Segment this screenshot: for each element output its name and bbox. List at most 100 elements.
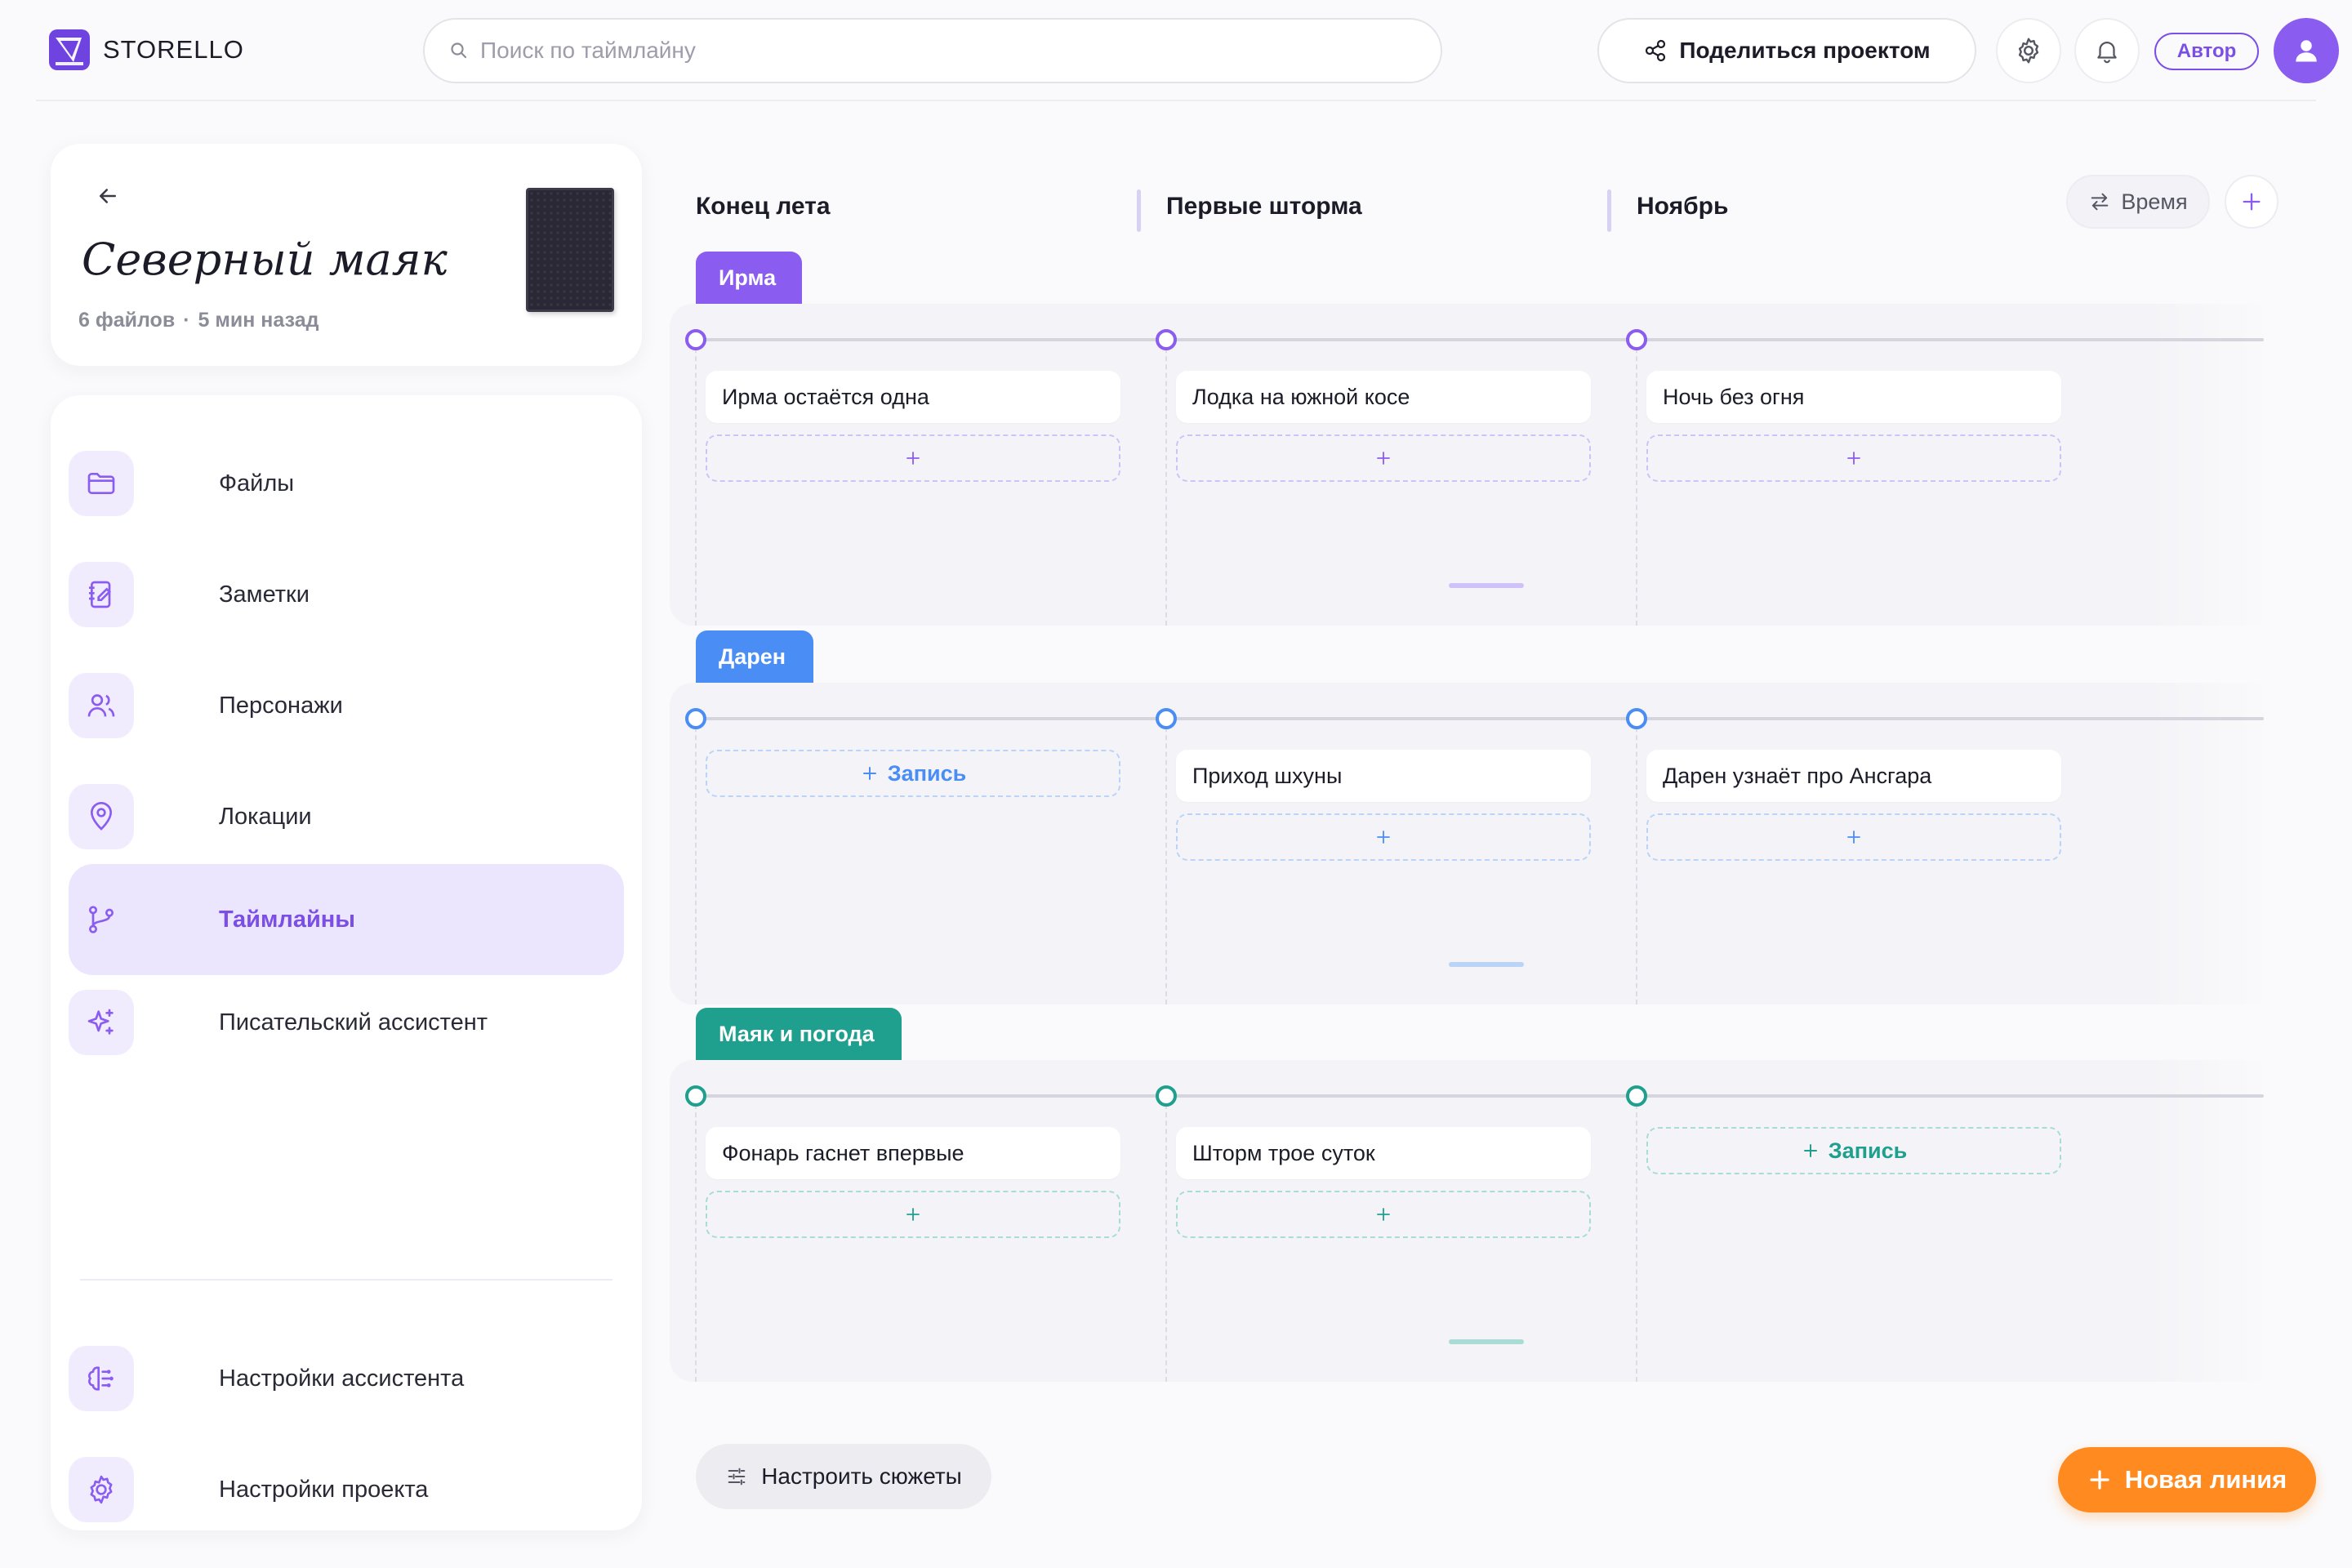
- add-event-slot[interactable]: [1176, 813, 1591, 861]
- configure-label: Настроить сюжеты: [761, 1463, 962, 1489]
- timeline-node[interactable]: [1626, 1085, 1647, 1107]
- column-guide: [1165, 340, 1167, 626]
- sliders-icon: [725, 1465, 748, 1488]
- event-card[interactable]: Шторм трое суток: [1176, 1127, 1591, 1179]
- back-button[interactable]: [90, 178, 126, 214]
- timeline-node[interactable]: [1156, 708, 1177, 729]
- column-header[interactable]: Ноябрь: [1637, 193, 1728, 220]
- share-label: Поделиться проектом: [1679, 38, 1931, 63]
- timeline-node[interactable]: [685, 329, 706, 350]
- project-cover-image[interactable]: [526, 188, 614, 312]
- plus-icon: [1844, 448, 1864, 468]
- sidebar-item-project-settings[interactable]: Настройки проекта: [69, 1434, 624, 1545]
- column-guide: [1165, 719, 1167, 1004]
- timeline-node[interactable]: [685, 1085, 706, 1107]
- plus-icon: [2087, 1468, 2112, 1492]
- column-header[interactable]: Первые шторма: [1166, 193, 1362, 220]
- sidebar-item-characters[interactable]: Персонажи: [69, 650, 624, 761]
- event-card[interactable]: Ночь без огня: [1646, 371, 2061, 423]
- column-guide: [695, 1096, 697, 1382]
- project-updated: 5 мин назад: [198, 309, 319, 332]
- sidebar-item-label: Настройки ассистента: [219, 1365, 465, 1392]
- sidebar-item-label: Настройки проекта: [219, 1476, 429, 1503]
- event-card[interactable]: Приход шхуны: [1176, 750, 1591, 802]
- plus-icon: [1374, 827, 1393, 847]
- swap-arrows-icon: [2088, 190, 2111, 213]
- add-event-slot[interactable]: [1176, 1191, 1591, 1238]
- user-avatar[interactable]: [2274, 18, 2339, 83]
- app-header: STORELLO Поделиться проектом Автор: [36, 0, 2339, 101]
- sidebar-item-label: Персонажи: [219, 692, 343, 719]
- timeline-node[interactable]: [1156, 1085, 1177, 1107]
- meta-separator: ·: [183, 309, 190, 332]
- timeline-node[interactable]: [685, 708, 706, 729]
- arrow-left-icon: [96, 184, 120, 208]
- sidebar-item-locations[interactable]: Локации: [69, 761, 624, 872]
- bell-icon: [2093, 37, 2121, 65]
- column-guide: [1636, 340, 1637, 626]
- plus-icon: [1801, 1141, 1820, 1160]
- users-icon: [69, 673, 134, 738]
- sidebar-item-timelines[interactable]: Таймлайны: [69, 864, 624, 975]
- timeline-node[interactable]: [1156, 329, 1177, 350]
- sparkles-icon: [69, 990, 134, 1055]
- configure-plots-button[interactable]: Настроить сюжеты: [696, 1444, 991, 1509]
- add-event-slot[interactable]: [706, 1191, 1120, 1238]
- add-entry-label: Запись: [1828, 1138, 1908, 1163]
- new-line-button[interactable]: Новая линия: [2058, 1447, 2316, 1512]
- search-input[interactable]: [480, 38, 1379, 64]
- search-bar[interactable]: [423, 18, 1442, 83]
- add-event-slot[interactable]: [1646, 813, 2061, 861]
- column-header[interactable]: Конец лета: [696, 193, 831, 220]
- role-badge[interactable]: Автор: [2154, 33, 2259, 70]
- event-card[interactable]: Дарен узнаёт про Ансгара: [1646, 750, 2061, 802]
- lane-tag[interactable]: Ирма: [696, 252, 802, 304]
- lane-resize-handle[interactable]: [1449, 962, 1524, 967]
- sidebar-item-label: Локации: [219, 803, 312, 830]
- event-card[interactable]: Лодка на южной косе: [1176, 371, 1591, 423]
- storello-logo-icon: [49, 29, 90, 70]
- new-line-label: Новая линия: [2124, 1465, 2287, 1494]
- sidebar-item-assistant-settings[interactable]: Настройки ассистента: [69, 1323, 624, 1434]
- event-card[interactable]: Фонарь гаснет впервые: [706, 1127, 1120, 1179]
- lane-tag[interactable]: Маяк и погода: [696, 1008, 902, 1060]
- nav-divider: [80, 1279, 612, 1281]
- share-project-button[interactable]: Поделиться проектом: [1597, 18, 1976, 83]
- brand-logo[interactable]: STORELLO: [49, 29, 244, 70]
- project-file-count: 6 файлов: [78, 309, 176, 332]
- share-icon: [1643, 38, 1668, 63]
- plus-icon: [1844, 827, 1864, 847]
- gear-icon: [2014, 36, 2043, 65]
- timeline-node[interactable]: [1626, 708, 1647, 729]
- add-entry-slot[interactable]: Запись: [706, 750, 1120, 797]
- timeline-node[interactable]: [1626, 329, 1647, 350]
- settings-button[interactable]: [1996, 18, 2061, 83]
- add-column-button[interactable]: [2225, 175, 2278, 229]
- add-entry-slot[interactable]: Запись: [1646, 1127, 2061, 1174]
- add-event-slot[interactable]: [1646, 434, 2061, 482]
- plus-icon: [1374, 1205, 1393, 1224]
- sidebar-item-label: Файлы: [219, 470, 295, 497]
- event-card[interactable]: Ирма остаётся одна: [706, 371, 1120, 423]
- add-event-slot[interactable]: [1176, 434, 1591, 482]
- plus-icon: [903, 448, 923, 468]
- notifications-button[interactable]: [2074, 18, 2140, 83]
- lane-resize-handle[interactable]: [1449, 1339, 1524, 1344]
- lane-tag[interactable]: Дарен: [696, 630, 813, 683]
- lane-resize-handle[interactable]: [1449, 583, 1524, 588]
- add-event-slot[interactable]: [706, 434, 1120, 482]
- column-guide: [1636, 719, 1637, 1004]
- sidebar-item-label: Писательский ассистент: [219, 1009, 488, 1036]
- lane-track: [696, 1094, 2264, 1098]
- add-entry-label: Запись: [887, 760, 967, 786]
- sidebar-item-files[interactable]: Файлы: [69, 428, 624, 539]
- user-icon: [2292, 36, 2321, 65]
- time-toggle-button[interactable]: Время: [2066, 175, 2210, 229]
- plus-icon: [1374, 448, 1393, 468]
- sidebar-item-writing-assistant[interactable]: Писательский ассистент: [69, 967, 624, 1078]
- column-separator: [1137, 189, 1141, 232]
- sidebar-item-notes[interactable]: Заметки: [69, 539, 624, 650]
- notebook-icon: [69, 562, 134, 627]
- column-separator: [1607, 189, 1611, 232]
- lane-track: [696, 338, 2264, 341]
